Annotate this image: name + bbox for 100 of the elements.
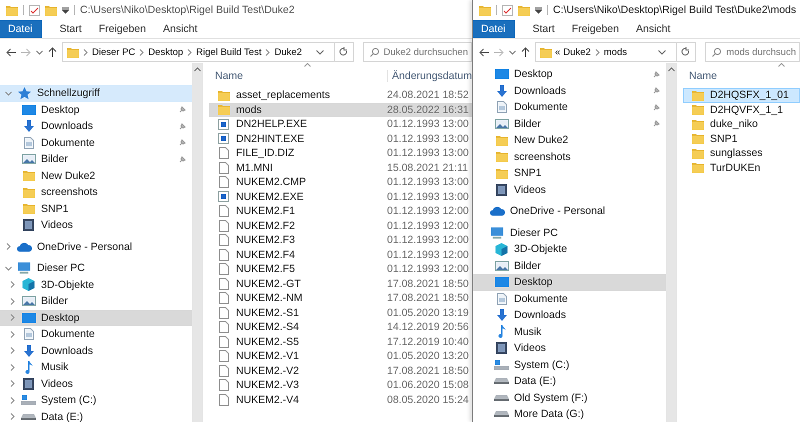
nav-item[interactable]: Desktop — [473, 274, 666, 290]
file-name[interactable]: NUKEM2.-V1 — [236, 350, 300, 362]
address-bar[interactable]: Dieser PC Desktop Rigel Build Test Duke2 — [62, 42, 334, 62]
nav-section[interactable]: Dieser PC — [0, 260, 192, 276]
file-name[interactable]: DN2HELP.EXE — [236, 118, 308, 130]
chevron-icon[interactable] — [5, 264, 12, 272]
nav-item[interactable]: 3D-Objekte — [473, 241, 666, 258]
chevron-icon[interactable] — [9, 281, 16, 288]
nav-item[interactable]: Data (E:) — [0, 408, 192, 422]
chevron-icon[interactable] — [9, 380, 16, 388]
chevron-icon[interactable] — [264, 48, 272, 56]
nav-section[interactable]: Schnellzugriff — [0, 85, 192, 102]
chevron-icon[interactable] — [138, 48, 146, 56]
ribbon-tab[interactable]: Ansicht — [628, 20, 680, 38]
overflow-mark[interactable]: « — [555, 46, 560, 58]
nav-item[interactable]: Bilder — [0, 293, 192, 310]
ribbon-tab[interactable]: Start — [524, 20, 564, 38]
chevron-icon[interactable] — [9, 298, 16, 305]
nav-item[interactable]: Bilder — [0, 151, 192, 168]
forward-icon[interactable] — [21, 48, 31, 56]
chevron-icon[interactable] — [9, 364, 16, 371]
nav-item[interactable]: 3D-Objekte — [0, 276, 192, 293]
nav-item[interactable]: Dokumente — [473, 99, 666, 116]
ribbon-tab[interactable]: Freigeben — [90, 20, 155, 38]
nav-item[interactable]: Downloads — [0, 118, 192, 134]
chevron-icon[interactable] — [9, 347, 16, 354]
chevron-icon[interactable] — [594, 48, 601, 56]
nav-item[interactable]: Musik — [0, 359, 192, 376]
file-name[interactable]: NUKEM2.F4 — [236, 248, 295, 261]
scroll-up-icon[interactable] — [668, 67, 675, 72]
back-icon[interactable] — [6, 48, 16, 56]
scroll-up-icon[interactable] — [194, 67, 201, 72]
nav-item[interactable]: Dokumente — [0, 326, 192, 342]
nav-section[interactable]: OneDrive - Personal — [0, 238, 192, 255]
nav-item[interactable]: Desktop — [473, 66, 666, 82]
dropdown-icon[interactable] — [36, 50, 43, 54]
breadcrumb-item[interactable]: Rigel Build Test — [196, 46, 262, 58]
file-name[interactable]: NUKEM2.-S1 — [236, 306, 300, 319]
nav-item[interactable]: New Duke2 — [0, 168, 192, 184]
breadcrumb-item[interactable]: Desktop — [148, 46, 184, 58]
nav-item[interactable]: System (C:) — [0, 392, 192, 408]
file-name[interactable]: M1.MNI — [236, 162, 273, 174]
breadcrumb-item[interactable]: Dieser PC — [92, 46, 136, 58]
nav-item[interactable]: Old System (F:) — [473, 390, 666, 406]
file-menu-tab[interactable]: Datei — [0, 20, 42, 38]
checkmark-icon[interactable] — [29, 4, 40, 16]
file-name[interactable]: NUKEM2.-V4 — [236, 394, 300, 406]
nav-item[interactable]: Dokumente — [473, 290, 666, 307]
nav-item[interactable]: Data (E:) — [473, 373, 666, 390]
file-name[interactable]: duke_niko — [710, 118, 758, 130]
file-name[interactable]: NUKEM2.F3 — [236, 234, 295, 246]
file-name[interactable]: TurDUKEn — [710, 162, 760, 174]
search-field[interactable]: mods durchsuch — [705, 42, 800, 62]
nav-item[interactable]: SNP1 — [0, 200, 192, 217]
file-menu-tab[interactable]: Datei — [473, 20, 515, 38]
breadcrumb-item[interactable]: Duke2 — [274, 46, 302, 58]
file-name[interactable]: NUKEM2.-S4 — [236, 321, 300, 334]
nav-item[interactable]: Downloads — [0, 342, 192, 359]
chevron-icon[interactable] — [186, 48, 194, 56]
file-name[interactable]: NUKEM2.-V3 — [236, 379, 300, 392]
chevron-icon[interactable] — [9, 396, 16, 404]
dropdown-icon[interactable] — [509, 50, 516, 54]
nav-item[interactable]: Bilder — [473, 258, 666, 274]
nav-item[interactable]: Videos — [0, 376, 192, 392]
refresh-button[interactable] — [334, 42, 354, 62]
chevron-icon[interactable] — [5, 243, 12, 250]
file-name[interactable]: sunglasses — [710, 147, 763, 160]
nav-item[interactable]: New Duke2 — [473, 132, 666, 148]
chevron-icon[interactable] — [5, 90, 12, 97]
nav-item[interactable]: Videos — [0, 217, 192, 234]
back-icon[interactable] — [479, 48, 489, 56]
refresh-button[interactable] — [676, 42, 696, 62]
address-bar[interactable]: « Duke2 mods — [535, 42, 678, 62]
file-name[interactable]: NUKEM2.F1 — [236, 205, 295, 218]
file-name[interactable]: D2HQVFX_1_1 — [710, 104, 783, 116]
file-name[interactable]: SNP1 — [710, 132, 738, 145]
nav-item[interactable]: Desktop — [0, 310, 192, 326]
dropdown-icon[interactable] — [535, 6, 542, 14]
checkmark-icon[interactable] — [502, 4, 513, 16]
breadcrumb-item[interactable]: Duke2 — [563, 46, 591, 58]
nav-item[interactable]: Dokumente — [0, 134, 192, 151]
forward-icon[interactable] — [494, 48, 504, 56]
nav-item[interactable]: Videos — [473, 182, 666, 198]
nav-item[interactable]: Bilder — [473, 116, 666, 132]
dropdown-icon[interactable] — [658, 50, 666, 54]
breadcrumb-item[interactable]: mods — [604, 46, 627, 58]
up-arrow-icon[interactable] — [521, 47, 530, 57]
chevron-icon[interactable] — [9, 314, 16, 322]
up-arrow-icon[interactable] — [48, 47, 57, 57]
file-name[interactable]: NUKEM2.CMP — [236, 176, 306, 188]
nav-item[interactable]: screenshots — [473, 148, 666, 165]
file-name[interactable]: asset_replacements — [236, 89, 330, 102]
nav-item[interactable]: SNP1 — [473, 165, 666, 182]
nav-item[interactable]: screenshots — [0, 184, 192, 200]
nav-section[interactable]: OneDrive - Personal — [473, 203, 666, 220]
file-name[interactable]: NUKEM2.F5 — [236, 263, 295, 276]
file-name[interactable]: NUKEM2.-V2 — [236, 364, 300, 377]
nav-item[interactable]: Downloads — [473, 82, 666, 99]
file-name[interactable]: mods — [236, 104, 262, 116]
chevron-icon[interactable] — [9, 413, 16, 420]
